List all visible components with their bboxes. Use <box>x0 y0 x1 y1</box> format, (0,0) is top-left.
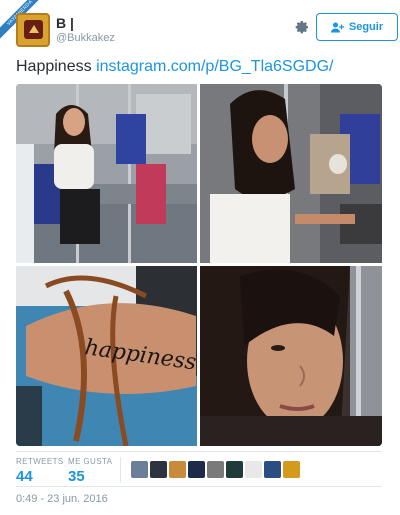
likes-stat[interactable]: ME GUSTA 35 <box>68 457 112 485</box>
retweets-label: RETWEETS <box>16 457 64 466</box>
add-user-icon <box>330 22 344 32</box>
stats-separator <box>120 457 121 483</box>
follow-label: Seguir <box>348 21 384 33</box>
divider-bottom <box>16 486 382 487</box>
gear-icon[interactable] <box>294 19 310 35</box>
user-name[interactable]: B | <box>56 15 74 31</box>
tweet-body: Happiness <box>16 58 92 75</box>
likes-count: 35 <box>68 468 85 485</box>
divider-top <box>16 451 382 452</box>
user-handle[interactable]: @Bukkakez <box>56 32 115 44</box>
tweet-link[interactable]: instagram.com/p/BG_Tla6SGDG/ <box>96 58 333 75</box>
photo-2[interactable] <box>200 84 382 263</box>
likers-avatars <box>131 461 300 478</box>
tweet-text: Happiness instagram.com/p/BG_Tla6SGDG/ <box>16 58 386 76</box>
liker-avatar[interactable] <box>188 461 205 478</box>
tweet-timestamp[interactable]: 0:49 - 23 jun. 2016 <box>16 493 108 505</box>
tweet-stats: RETWEETS 44 ME GUSTA 35 <box>16 457 386 485</box>
liker-avatar[interactable] <box>169 461 186 478</box>
retweets-stat[interactable]: RETWEETS 44 <box>16 457 64 485</box>
photo-1[interactable] <box>16 84 197 263</box>
liker-avatar[interactable] <box>245 461 262 478</box>
liker-avatar[interactable] <box>207 461 224 478</box>
liker-avatar[interactable] <box>150 461 167 478</box>
photo-3[interactable]: happiness <box>16 266 197 446</box>
liker-avatar[interactable] <box>226 461 243 478</box>
likes-label: ME GUSTA <box>68 457 113 466</box>
liker-avatar[interactable] <box>283 461 300 478</box>
tweet-card: B | @Bukkakez Seguir Happiness instagram… <box>0 0 400 515</box>
follow-button[interactable]: Seguir <box>316 13 398 41</box>
liker-avatar[interactable] <box>131 461 148 478</box>
avatar[interactable] <box>16 13 50 47</box>
photo-4[interactable] <box>200 266 382 446</box>
liker-avatar[interactable] <box>264 461 281 478</box>
retweets-count: 44 <box>16 468 33 485</box>
tweet-header: B | @Bukkakez Seguir <box>16 13 398 49</box>
photo-grid: happiness <box>16 84 382 446</box>
